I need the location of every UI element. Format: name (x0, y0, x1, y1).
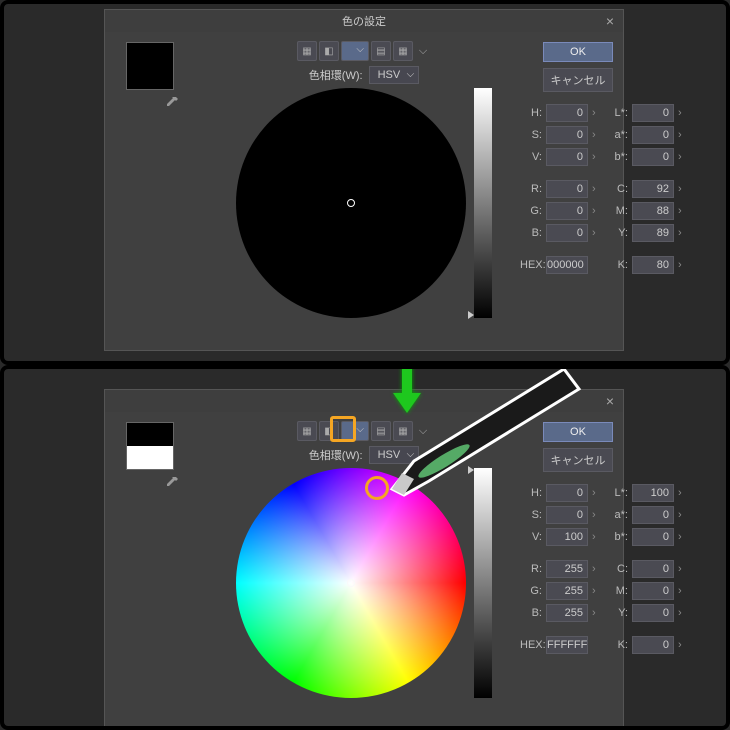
titlebar: 色の設定 × (105, 10, 623, 32)
eyedropper-icon (165, 97, 179, 113)
wheel-label: 色相環(W): (309, 67, 363, 83)
mode-btn-2[interactable]: ◧ (319, 421, 339, 441)
bl-field[interactable]: 0 (546, 224, 588, 242)
slider-handle[interactable] (468, 466, 474, 474)
c-field[interactable]: 92 (632, 180, 674, 198)
current-color-swatch (126, 422, 174, 470)
wheel-cursor (347, 199, 355, 207)
close-button[interactable]: × (597, 10, 623, 32)
l-field[interactable]: 100 (632, 484, 674, 502)
c-field[interactable]: 0 (632, 560, 674, 578)
color-wheel[interactable] (236, 468, 466, 698)
k-field[interactable]: 80 (632, 256, 674, 274)
dialog-title: 色の設定 (105, 13, 623, 29)
eyedropper-button[interactable] (165, 476, 179, 493)
k-field[interactable]: 0 (632, 636, 674, 654)
mode-btn-wheel[interactable] (341, 41, 369, 61)
stepper-icon[interactable]: › (592, 107, 602, 119)
cancel-button[interactable]: キャンセル (543, 68, 613, 92)
y-field[interactable]: 0 (632, 604, 674, 622)
value-slider[interactable] (474, 468, 492, 698)
bl-field[interactable]: 255 (546, 604, 588, 622)
b-field[interactable]: 0 (632, 148, 674, 166)
titlebar: × (105, 390, 623, 412)
mode-btn-1[interactable]: ▦ (297, 421, 317, 441)
current-color-swatch (126, 42, 174, 90)
slider-handle[interactable] (468, 311, 474, 319)
wheel-label: 色相環(W): (309, 447, 363, 463)
v-field[interactable]: 0 (546, 148, 588, 166)
mode-btn-wheel[interactable] (341, 421, 369, 441)
color-settings-dialog: 色の設定 × ▦ ◧ ▤ ▦ ⌵ (104, 9, 624, 351)
s-field[interactable]: 0 (546, 506, 588, 524)
value-grid: H:0› L*:100› S:0› a*:0› V:100› b*:0› R:2… (520, 484, 688, 654)
r-field[interactable]: 255 (546, 560, 588, 578)
eyedropper-icon (165, 477, 179, 493)
m-field[interactable]: 88 (632, 202, 674, 220)
wheel-mode-select[interactable]: HSV (369, 66, 420, 84)
h-field[interactable]: 0 (546, 104, 588, 122)
hex-field[interactable]: FFFFFF (546, 636, 588, 654)
wheel-mode-select[interactable]: HSV (369, 446, 420, 464)
hex-label: HEX: (520, 639, 542, 651)
g-field[interactable]: 0 (546, 202, 588, 220)
b-field[interactable]: 0 (632, 528, 674, 546)
close-button[interactable]: × (597, 390, 623, 412)
a-field[interactable]: 0 (632, 126, 674, 144)
a-field[interactable]: 0 (632, 506, 674, 524)
mode-btn-5[interactable]: ▦ (393, 41, 413, 61)
panel-after: × ▦ ◧ ▤ ▦ ⌵ (0, 365, 730, 730)
value-grid: H:0› L*:0› S:0› a*:0› V:0› b*:0› R:0› C:… (520, 104, 688, 274)
ok-button[interactable]: OK (543, 422, 613, 442)
r-field[interactable]: 0 (546, 180, 588, 198)
h-field[interactable]: 0 (546, 484, 588, 502)
mode-btn-2[interactable]: ◧ (319, 41, 339, 61)
s-field[interactable]: 0 (546, 126, 588, 144)
color-wheel[interactable] (236, 88, 466, 318)
eyedropper-button[interactable] (165, 96, 179, 113)
v-field[interactable]: 100 (546, 528, 588, 546)
value-slider[interactable] (474, 88, 492, 318)
picker-mode-toolbar: ▦ ◧ ▤ ▦ ⌵ (297, 38, 431, 64)
l-field[interactable]: 0 (632, 104, 674, 122)
hex-field[interactable]: 000000 (546, 256, 588, 274)
close-icon: × (606, 13, 614, 29)
m-field[interactable]: 0 (632, 582, 674, 600)
color-settings-dialog: × ▦ ◧ ▤ ▦ ⌵ (104, 389, 624, 730)
mode-btn-4[interactable]: ▤ (371, 41, 391, 61)
arrow-annotation (387, 365, 427, 426)
toolbar-chevron-icon[interactable]: ⌵ (415, 41, 431, 61)
panel-before: 色の設定 × ▦ ◧ ▤ ▦ ⌵ (0, 0, 730, 365)
cancel-button[interactable]: キャンセル (543, 448, 613, 472)
y-field[interactable]: 89 (632, 224, 674, 242)
mode-btn-1[interactable]: ▦ (297, 41, 317, 61)
wheel-cursor (347, 579, 355, 587)
hex-label: HEX: (520, 259, 542, 271)
close-icon: × (606, 393, 614, 409)
g-field[interactable]: 255 (546, 582, 588, 600)
ok-button[interactable]: OK (543, 42, 613, 62)
